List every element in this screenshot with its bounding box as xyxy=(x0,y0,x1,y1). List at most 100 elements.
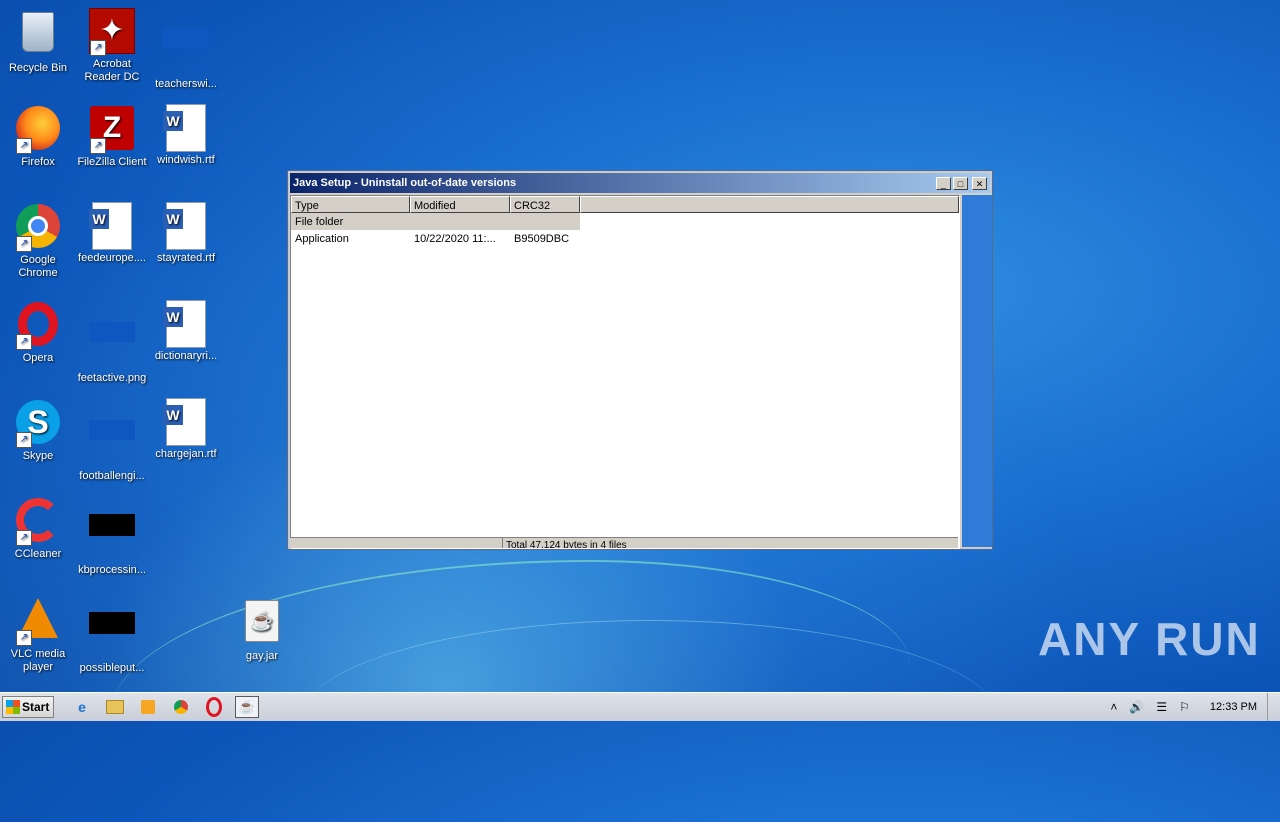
start-button[interactable]: Start xyxy=(2,696,54,718)
desktop-icon-possibleput[interactable]: possibleput... xyxy=(74,594,150,675)
cell-modified xyxy=(410,213,510,230)
desktop-icon-label: Google Chrome xyxy=(18,254,58,279)
word-document-icon xyxy=(163,300,206,348)
file-list-view[interactable]: Type Modified CRC32 File folder Applicat… xyxy=(290,195,960,549)
desktop-icon-label: gay.jar xyxy=(245,650,279,662)
desktop-icon-dictionaryri[interactable]: dictionaryri... xyxy=(148,300,224,363)
list-item[interactable]: Application 10/22/2020 11:... B9509DBC xyxy=(291,230,959,247)
anyrun-watermark: ANY RUN xyxy=(1038,613,1261,665)
word-document-icon xyxy=(163,202,206,250)
desktop-icon-feetactive[interactable]: feetactive.png xyxy=(74,300,150,385)
internet-explorer-icon[interactable]: e xyxy=(70,696,94,718)
desktop-icon-chrome[interactable]: ↗ Google Chrome xyxy=(0,202,76,280)
cell-type: File folder xyxy=(291,213,410,230)
network-icon[interactable]: ☰ xyxy=(1156,700,1167,714)
windows-logo-icon xyxy=(6,700,20,714)
column-header-modified[interactable]: Modified xyxy=(410,196,510,213)
desktop-icon-label: Firefox xyxy=(21,156,55,168)
desktop-icon-acrobat[interactable]: ✦ ↗ Acrobat Reader DC xyxy=(74,6,150,84)
desktop-icon-footballengi[interactable]: footballengi... xyxy=(74,398,150,483)
cell-type: Application xyxy=(295,233,349,245)
shortcut-arrow-icon: ↗ xyxy=(16,530,32,546)
desktop-icon-feedeurope[interactable]: feedeurope.... xyxy=(74,202,150,265)
desktop-icon-skype[interactable]: S ↗ Skype xyxy=(0,398,76,463)
desktop-icon-stayrated[interactable]: stayrated.rtf xyxy=(148,202,224,265)
desktop-icon-label: possibleput... xyxy=(79,662,145,674)
media-player-icon[interactable] xyxy=(136,696,160,718)
desktop-icon-label: Recycle Bin xyxy=(8,62,68,74)
file-explorer-icon[interactable] xyxy=(103,696,127,718)
desktop-icon-label: Opera xyxy=(22,352,54,364)
desktop-icon-label: feedeurope.... xyxy=(78,252,146,264)
desktop-icon-chargejan[interactable]: chargejan.rtf xyxy=(148,398,224,461)
image-file-icon xyxy=(89,322,135,342)
shortcut-arrow-icon: ↗ xyxy=(16,334,32,350)
action-center-flag-icon[interactable]: ⚐ xyxy=(1179,700,1190,714)
java-setup-window[interactable]: Java Setup - Uninstall out-of-date versi… xyxy=(287,170,993,550)
desktop-icon-label: chargejan.rtf xyxy=(155,448,217,460)
recycle-bin-icon xyxy=(22,12,54,52)
column-header-crc32[interactable]: CRC32 xyxy=(510,196,580,213)
desktop-icon-label: Acrobat Reader DC xyxy=(84,58,140,83)
desktop-icon-label: FileZilla Client xyxy=(77,156,147,168)
clock[interactable]: 12:33 PM xyxy=(1210,701,1257,713)
desktop-icon-label: footballengi... xyxy=(79,470,145,482)
shortcut-arrow-icon: ↗ xyxy=(16,236,32,252)
cell-modified: 10/22/2020 11:... xyxy=(414,233,496,245)
cell-crc32 xyxy=(510,213,580,230)
file-icon xyxy=(89,514,135,536)
show-hidden-icons-icon[interactable]: ˄ xyxy=(1110,700,1117,714)
java-jar-icon: ☕ xyxy=(245,600,279,642)
system-tray: ˄ 🔊 ☰ ⚐ 12:33 PM xyxy=(1104,693,1280,721)
desktop-icon-teacherswi[interactable]: teacherswi... xyxy=(148,6,224,91)
shortcut-arrow-icon: ↗ xyxy=(90,138,106,154)
taskbar: Start e ☕ ˄ 🔊 ☰ ⚐ 12:33 PM xyxy=(0,692,1280,721)
cell-crc32: B9509DBC xyxy=(514,233,570,245)
maximize-button[interactable]: □ xyxy=(953,176,968,190)
file-icon xyxy=(89,420,135,440)
word-document-icon xyxy=(163,398,206,446)
desktop-icon-label: feetactive.png xyxy=(77,372,147,384)
window-side-strip xyxy=(962,195,992,547)
desktop-icon-label: dictionaryri... xyxy=(154,350,218,362)
desktop-icon-label: Skype xyxy=(22,450,54,462)
java-setup-taskbar-button[interactable]: ☕ xyxy=(235,696,259,718)
word-document-icon xyxy=(89,202,132,250)
column-header-type[interactable]: Type xyxy=(291,196,410,213)
desktop-icon-opera[interactable]: ↗ Opera xyxy=(0,300,76,365)
desktop-icon-filezilla[interactable]: Z ↗ FileZilla Client xyxy=(74,104,150,169)
column-header-empty xyxy=(580,196,959,213)
file-icon xyxy=(163,28,209,48)
chrome-taskbar-icon[interactable] xyxy=(169,696,193,718)
file-icon xyxy=(89,612,135,634)
desktop-icon-label: CCleaner xyxy=(14,548,62,560)
status-bar: Total 47,124 bytes in 4 files xyxy=(290,537,958,548)
desktop-icon-ccleaner[interactable]: ↗ CCleaner xyxy=(0,496,76,561)
desktop-icon-label: stayrated.rtf xyxy=(156,252,216,264)
desktop-icon-label: windwish.rtf xyxy=(157,154,215,166)
desktop-icon-label: kbprocessin... xyxy=(78,564,146,576)
desktop-icon-kbprocessin[interactable]: kbprocessin... xyxy=(74,496,150,577)
list-item[interactable]: File folder xyxy=(291,213,959,230)
start-label: Start xyxy=(22,700,50,714)
desktop-icon-label: VLC media player xyxy=(10,648,66,673)
window-titlebar[interactable]: Java Setup - Uninstall out-of-date versi… xyxy=(290,173,990,193)
volume-icon[interactable]: 🔊 xyxy=(1129,700,1144,714)
minimize-button[interactable]: _ xyxy=(936,176,951,190)
word-document-icon xyxy=(163,104,206,152)
close-button[interactable]: ✕ xyxy=(972,176,987,190)
desktop-icon-windwish[interactable]: windwish.rtf xyxy=(148,104,224,167)
shortcut-arrow-icon: ↗ xyxy=(90,40,106,56)
window-title: Java Setup - Uninstall out-of-date versi… xyxy=(293,177,517,189)
desktop-icon-recycle-bin[interactable]: Recycle Bin xyxy=(0,6,76,75)
status-text: Total 47,124 bytes in 4 files xyxy=(502,538,627,548)
list-header: Type Modified CRC32 xyxy=(291,196,959,213)
desktop-icon-firefox[interactable]: ↗ Firefox xyxy=(0,104,76,169)
desktop-icon-gay-jar[interactable]: ☕ gay.jar xyxy=(224,596,300,663)
shortcut-arrow-icon: ↗ xyxy=(16,138,32,154)
shortcut-arrow-icon: ↗ xyxy=(16,630,32,646)
opera-taskbar-icon[interactable] xyxy=(202,696,226,718)
desktop-icon-vlc[interactable]: ↗ VLC media player xyxy=(0,594,76,674)
shortcut-arrow-icon: ↗ xyxy=(16,432,32,448)
show-desktop-button[interactable] xyxy=(1267,693,1280,721)
